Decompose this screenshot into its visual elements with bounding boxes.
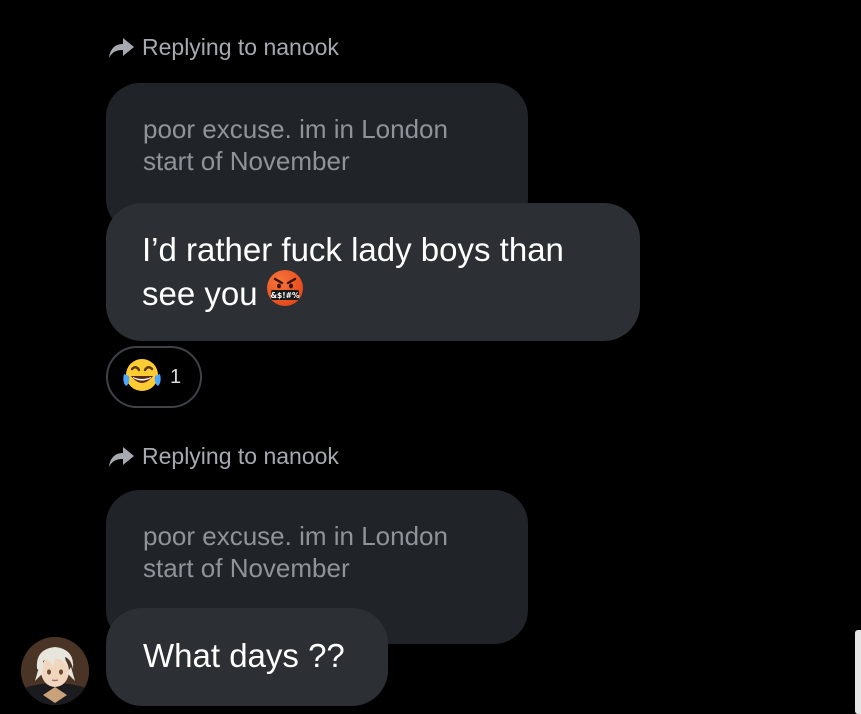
message-bubble[interactable]: What days ?? bbox=[106, 608, 388, 706]
quoted-text-line: start of November bbox=[143, 553, 350, 583]
reply-arrow-icon bbox=[109, 446, 134, 467]
cursing-face-emoji: &$!#% bbox=[266, 269, 304, 318]
tears-of-joy-emoji bbox=[122, 356, 162, 399]
reply-header: Replying to nanook bbox=[108, 443, 339, 470]
reply-label: Replying to nanook bbox=[142, 443, 339, 469]
reaction-count: 1 bbox=[170, 365, 182, 388]
reply-header: Replying to nanook bbox=[108, 34, 339, 61]
scrollbar[interactable] bbox=[855, 630, 861, 714]
message-text-line: What days ?? bbox=[143, 637, 345, 674]
quoted-text-line: start of November bbox=[143, 146, 350, 176]
reaction-pill[interactable]: 1 bbox=[106, 346, 202, 408]
reply-arrow-icon bbox=[109, 37, 134, 58]
svg-text:&$!#%: &$!#% bbox=[270, 291, 299, 300]
user-avatar[interactable] bbox=[21, 637, 89, 705]
message-text-line: I’d rather fuck lady boys than bbox=[142, 231, 564, 268]
reply-label: Replying to nanook bbox=[142, 34, 339, 60]
quoted-text-line: poor excuse. im in London bbox=[143, 114, 448, 144]
message-text: see you bbox=[142, 275, 258, 312]
quoted-text-line: poor excuse. im in London bbox=[143, 521, 448, 551]
message-text-line: see you &$!#% bbox=[142, 269, 640, 318]
message-bubble[interactable]: I’d rather fuck lady boys than see you &… bbox=[106, 203, 640, 341]
